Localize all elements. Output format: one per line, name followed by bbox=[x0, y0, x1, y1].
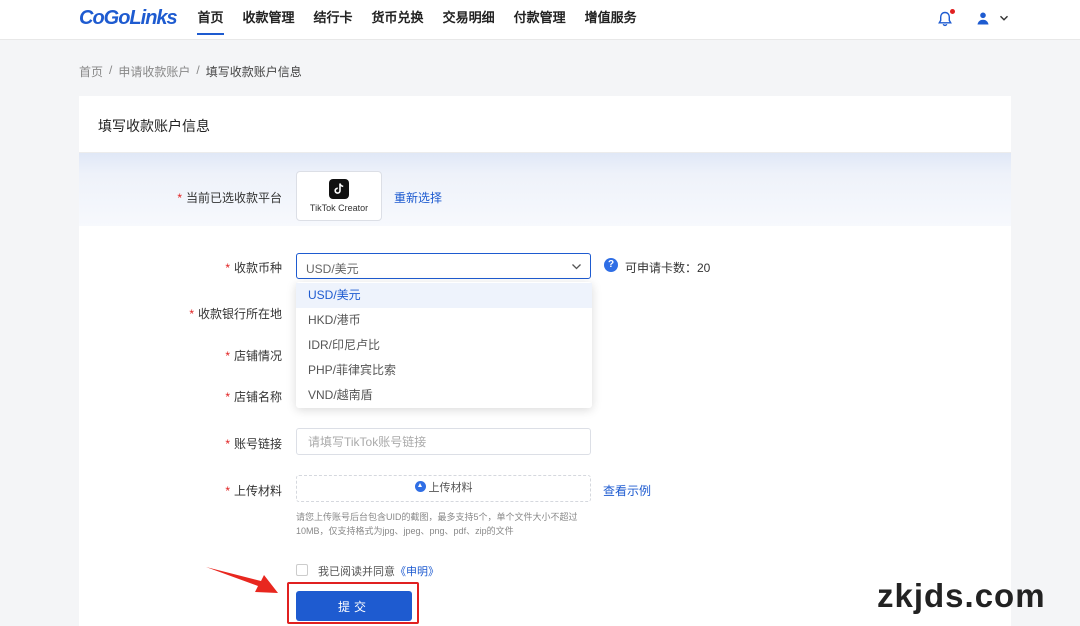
help-icon[interactable]: ? bbox=[604, 258, 618, 272]
notification-dot bbox=[950, 9, 955, 14]
currency-label: * 收款币种 bbox=[225, 261, 282, 275]
nav-item-value-added[interactable]: 增值服务 bbox=[575, 0, 646, 40]
red-arrow-icon bbox=[206, 567, 278, 593]
chevron-down-icon[interactable] bbox=[998, 12, 1010, 24]
agree-text: 我已阅读并同意《申明》 bbox=[318, 566, 439, 578]
currency-option-hkd[interactable]: HKD/港币 bbox=[296, 308, 592, 333]
highlight-box bbox=[287, 582, 419, 624]
chevron-down-icon bbox=[571, 261, 582, 272]
nav-item-exchange[interactable]: 货币兑换 bbox=[362, 0, 433, 40]
upload-button[interactable]: 上传材料 bbox=[296, 475, 591, 502]
nav-item-collection[interactable]: 收款管理 bbox=[233, 0, 304, 40]
account-link-field bbox=[296, 428, 591, 455]
upload-icon bbox=[414, 481, 426, 492]
currency-value: USD/美元 bbox=[306, 262, 359, 276]
nav-item-transactions[interactable]: 交易明细 bbox=[433, 0, 504, 40]
platform-card[interactable]: TikTok Creator bbox=[296, 171, 382, 221]
bank-location-label: * 收款银行所在地 bbox=[189, 307, 282, 321]
nav-item-home[interactable]: 首页 bbox=[188, 0, 233, 40]
statement-link[interactable]: 《申明》 bbox=[395, 566, 439, 578]
breadcrumb-parent[interactable]: 申请收款账户 bbox=[118, 63, 190, 80]
breadcrumb: 首页 / 申请收款账户 / 填写收款账户信息 bbox=[79, 63, 302, 80]
main-nav: 首页 收款管理 结行卡 货币兑换 交易明细 付款管理 增值服务 bbox=[188, 0, 646, 40]
currency-option-vnd[interactable]: VND/越南盾 bbox=[296, 383, 592, 408]
page-title: 填写收款账户信息 bbox=[98, 118, 210, 134]
upload-label: * 上传材料 bbox=[225, 484, 282, 498]
breadcrumb-home[interactable]: 首页 bbox=[79, 63, 103, 80]
reselect-link[interactable]: 重新选择 bbox=[394, 189, 442, 206]
breadcrumb-current: 填写收款账户信息 bbox=[205, 65, 302, 79]
platform-label: * 当前已选收款平台 bbox=[177, 191, 282, 205]
nav-item-card[interactable]: 结行卡 bbox=[304, 0, 362, 40]
bell-icon[interactable] bbox=[938, 9, 955, 27]
account-link-label: * 账号链接 bbox=[225, 437, 282, 451]
top-navbar: CoGoLinks 首页 收款管理 结行卡 货币兑换 交易明细 付款管理 增值服… bbox=[0, 0, 1080, 40]
currency-select[interactable]: USD/美元 bbox=[296, 253, 591, 279]
nav-item-payments[interactable]: 付款管理 bbox=[504, 0, 575, 40]
currency-option-usd[interactable]: USD/美元 bbox=[296, 283, 592, 308]
currency-option-idr[interactable]: IDR/印尼卢比 bbox=[296, 333, 592, 358]
divider bbox=[79, 152, 1011, 153]
currency-dropdown: USD/美元 HKD/港币 IDR/印尼卢比 PHP/菲律宾比索 VND/越南盾 bbox=[296, 282, 592, 408]
available-cards-text: 可申请卡数：20 bbox=[625, 261, 711, 275]
platform-name: TikTok Creator bbox=[309, 203, 369, 213]
tiktok-icon bbox=[329, 179, 349, 199]
currency-option-php[interactable]: PHP/菲律宾比索 bbox=[296, 358, 592, 383]
upload-button-label: 上传材料 bbox=[428, 482, 473, 494]
brand-logo[interactable]: CoGoLinks bbox=[79, 7, 178, 30]
upload-hint: 请您上传账号后台包含UID的截图，最多支持5个，单个文件大小不超过10MB，仅支… bbox=[296, 512, 578, 536]
agree-checkbox[interactable] bbox=[296, 564, 308, 576]
watermark: zkjds.com bbox=[877, 577, 1046, 614]
user-icon[interactable] bbox=[976, 11, 990, 25]
shop-name-label: * 店铺名称 bbox=[225, 390, 282, 404]
view-example-link[interactable]: 查看示例 bbox=[603, 482, 651, 499]
breadcrumb-separator: / bbox=[109, 63, 113, 77]
account-link-input[interactable] bbox=[297, 429, 590, 454]
breadcrumb-separator: / bbox=[196, 63, 200, 77]
shop-status-label: * 店铺情况 bbox=[225, 349, 282, 363]
